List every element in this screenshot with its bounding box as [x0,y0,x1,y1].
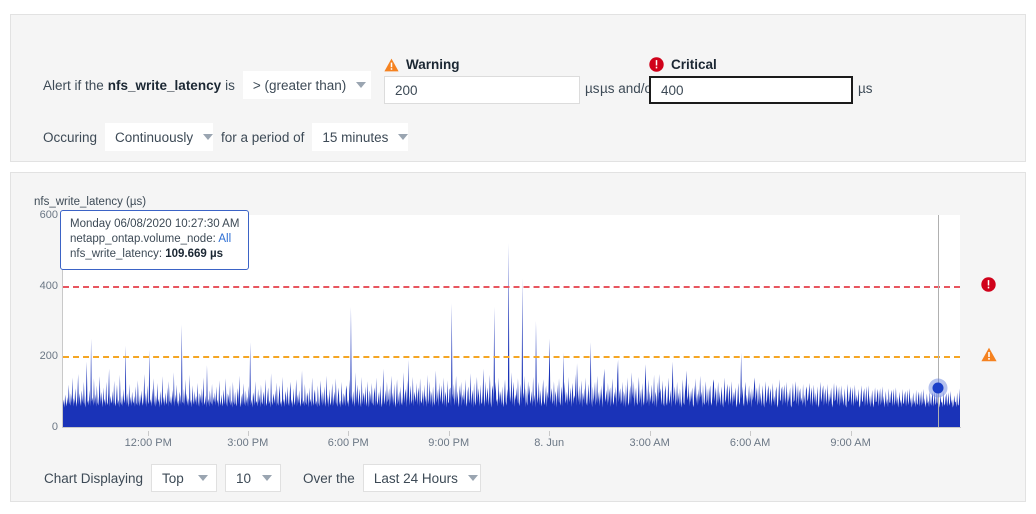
x-axis-tick-mark [247,431,249,436]
x-axis-tick-mark [649,431,651,436]
period-dropdown-value: 15 minutes [322,129,389,145]
x-axis-tick-mark [750,431,752,436]
alert-configuration-page: Alert if the nfs_write_latency is > (gre… [0,0,1036,514]
tooltip-series-value: All [218,233,232,245]
warning-threshold-input[interactable] [384,76,580,104]
chart-controls-row: Chart Displaying Top 10 Over the Last 24… [40,464,485,492]
tooltip-metric: nfs_write_latency: 109.669 µs [70,247,239,262]
y-axis-tick-label: 600 [39,209,58,221]
warning-threshold-marker [981,347,997,365]
warning-label: Warning [406,57,460,72]
chart-x-axis-labels: 12:00 PM 3:00 PM 6:00 PM 9:00 PM 8. Jun 3:00 … [63,431,960,453]
chevron-down-icon [198,475,209,481]
critical-label: Critical [671,57,717,72]
critical-threshold-marker [981,276,996,295]
x-axis-tick-label: 12:00 PM [124,437,172,449]
y-axis-tick-label: 200 [39,350,58,363]
critical-threshold-line [63,285,960,288]
x-axis-tick-label: 9:00 AM [830,437,871,449]
critical-circle-icon [649,57,664,72]
critical-threshold-input[interactable] [649,76,853,104]
tooltip-series-label: netapp_ontap.volume_node: [70,233,216,245]
chart-count-dropdown[interactable]: 10 [225,464,282,492]
x-axis-tick-label: 3:00 PM [227,437,269,449]
chart-range-value: Last 24 Hours [373,470,458,486]
occuring-label: Occuring [43,129,98,145]
critical-threshold-heading: Critical [649,57,717,72]
over-the-label: Over the [303,470,355,486]
chevron-down-icon [203,134,214,140]
chart-x-axis-line [62,427,961,428]
x-axis-tick-mark [348,431,350,436]
chevron-down-icon [398,134,409,140]
chart-range-dropdown[interactable]: Last 24 Hours [362,464,481,492]
x-axis-tick-mark [549,431,551,436]
critical-unit-label: µs [858,81,873,96]
warning-threshold-line [63,356,960,359]
metric-name-label: nfs_write_latency [107,77,222,93]
warning-unit-label: µs [585,81,600,96]
warning-threshold-heading: Warning [384,57,460,72]
occurrence-dropdown[interactable]: Continuously [105,123,214,151]
x-axis-tick-mark [850,431,852,436]
alert-condition-row: Alert if the nfs_write_latency is > (gre… [39,71,375,99]
chart-displaying-label: Chart Displaying [44,470,144,486]
chart-hover-point[interactable] [932,382,944,394]
alert-prefix-label: Alert if the [43,77,104,93]
warning-triangle-icon [384,58,399,72]
x-axis-tick-label: 6:00 AM [729,437,771,449]
occurrence-dropdown-value: Continuously [115,129,194,145]
chevron-down-icon [467,475,478,481]
chart-rank-dropdown[interactable]: Top [151,464,218,492]
operator-dropdown-value: > (greater than) [252,77,347,93]
alert-condition-panel: Alert if the nfs_write_latency is > (gre… [10,14,1026,162]
tooltip-metric-value: 109.669 µs [165,248,224,260]
x-axis-tick-mark [148,431,150,436]
x-axis-tick-label: 3:00 AM [629,437,670,449]
operator-dropdown[interactable]: > (greater than) [242,71,371,99]
chevron-down-icon [262,475,273,481]
chart-rank-value: Top [162,470,184,486]
alert-is-label: is [225,77,235,93]
tooltip-metric-label: nfs_write_latency: [70,248,163,260]
x-axis-tick-label: 6:00 PM [327,437,369,449]
y-axis-tick-label: 0 [51,421,58,433]
chart-y-axis-labels: 0 200 400 600 [14,209,58,433]
x-axis-tick-label: 8. Jun [534,437,565,449]
chart-count-value: 10 [236,470,252,486]
x-axis-tick-label: 9:00 PM [428,437,470,449]
chevron-down-icon [356,82,367,88]
tooltip-series: netapp_ontap.volume_node: All [70,232,239,247]
tooltip-timestamp: Monday 06/08/2020 10:27:30 AM [70,218,240,230]
alert-occurrence-row: Occuring Continuously for a period of 15… [39,123,412,151]
x-axis-tick-mark [448,431,450,436]
y-axis-tick-label: 400 [39,279,58,292]
chart-crosshair-line [938,215,940,427]
chart-y-axis-title: nfs_write_latency (µs) [34,196,147,208]
period-dropdown[interactable]: 15 minutes [312,123,409,151]
chart-tooltip: Monday 06/08/2020 10:27:30 AM netapp_ont… [60,210,250,270]
period-label: for a period of [221,129,305,145]
